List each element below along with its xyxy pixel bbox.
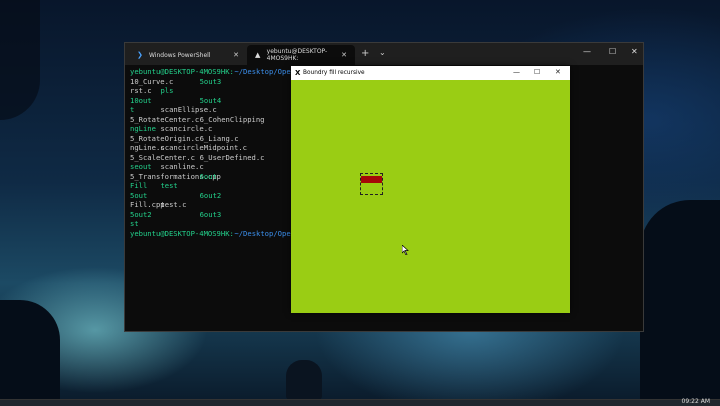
terminal-text: st	[130, 219, 139, 228]
wallpaper-warrior-figure	[286, 360, 322, 400]
terminal-text: 10out	[130, 95, 152, 105]
terminal-text: 5_RotateCenter.c	[130, 114, 200, 124]
terminal-text: test.c	[160, 200, 187, 209]
terminal-text: 5out4	[199, 95, 222, 105]
terminal-text: t	[130, 105, 135, 114]
close-button[interactable]: ✕	[631, 47, 638, 56]
terminal-text: 6out3	[199, 209, 222, 219]
maximize-button[interactable]: ☐	[534, 68, 540, 76]
terminal-text: seout	[130, 162, 152, 171]
terminal-text: yebuntu@DESKTOP-4MOS9HK:	[130, 67, 234, 76]
linux-icon: ▲	[255, 50, 261, 59]
terminal-text: scancircleMidpoint.c	[160, 143, 247, 152]
x11-icon: X	[295, 69, 301, 77]
terminal-text: 6_UserDefined.c	[199, 152, 265, 162]
mouse-cursor-icon	[402, 245, 409, 255]
terminal-text: Fill	[130, 181, 148, 190]
terminal-text: 5_ScaleCenter.c	[130, 152, 195, 162]
terminal-text: 6out2	[199, 190, 222, 200]
clock: 09:22 AM	[681, 398, 710, 405]
new-tab-button[interactable]: +	[361, 48, 369, 59]
tab-label: Windows PowerShell	[149, 51, 211, 59]
close-tab-icon[interactable]: ✕	[233, 51, 239, 59]
terminal-text: rst.c	[130, 86, 152, 95]
terminal-text: 6_CohenClipping	[199, 114, 265, 124]
terminal-tab-bar: ❯ Windows PowerShell ✕ ▲ yebuntu@DESKTOP…	[125, 43, 643, 65]
terminal-text: 5out2	[130, 209, 152, 219]
terminal-text: pls	[160, 86, 174, 95]
terminal-text: Fill.cpp	[130, 200, 165, 209]
terminal-text: scanEllipse.c	[160, 105, 217, 114]
wallpaper-rock	[0, 300, 60, 400]
terminal-text: scancircle.c	[160, 124, 213, 133]
maximize-button[interactable]: ☐	[609, 47, 616, 56]
minimize-button[interactable]: —	[583, 47, 591, 56]
terminal-text: 5_RotateOrigin.c	[130, 133, 200, 143]
terminal-text: 5out	[130, 190, 148, 200]
wallpaper-cliff	[640, 200, 720, 400]
opengl-title-bar[interactable]: X Boundry fill recursive — ☐ ✕	[291, 66, 570, 80]
terminal-text: 6_Liang.c	[199, 133, 239, 143]
wallpaper-rock	[0, 0, 40, 120]
terminal-text: scanline.c	[160, 162, 204, 171]
minimize-button[interactable]: —	[513, 68, 520, 76]
opengl-canvas[interactable]	[291, 80, 570, 313]
close-tab-icon[interactable]: ✕	[341, 51, 347, 59]
tab-windows-powershell[interactable]: ❯ Windows PowerShell ✕	[129, 45, 247, 65]
terminal-text: 10_Curve.c	[130, 76, 174, 86]
terminal-text: 5out3	[199, 76, 222, 86]
terminal-text: ~/Desktop/OpenG	[234, 228, 300, 238]
opengl-window[interactable]: X Boundry fill recursive — ☐ ✕	[291, 66, 570, 313]
tab-ubuntu[interactable]: ▲ yebuntu@DESKTOP-4MOS9HK: ✕	[247, 45, 355, 65]
terminal-text: ~/Desktop/OpenG	[234, 67, 300, 76]
terminal-text: ngLine.c	[130, 143, 165, 152]
fill-region	[361, 176, 382, 183]
boundary-rectangle	[360, 173, 383, 195]
tab-dropdown-icon[interactable]: ⌄	[379, 48, 386, 57]
window-title: Boundry fill recursive	[303, 70, 365, 76]
close-button[interactable]: ✕	[555, 68, 561, 76]
terminal-text: 6out	[199, 171, 217, 181]
powershell-icon: ❯	[137, 50, 143, 59]
terminal-text: ngLine	[130, 124, 156, 133]
terminal-text: test	[160, 181, 178, 190]
terminal-text: yebuntu@DESKTOP-4MOS9HK:	[130, 228, 234, 238]
